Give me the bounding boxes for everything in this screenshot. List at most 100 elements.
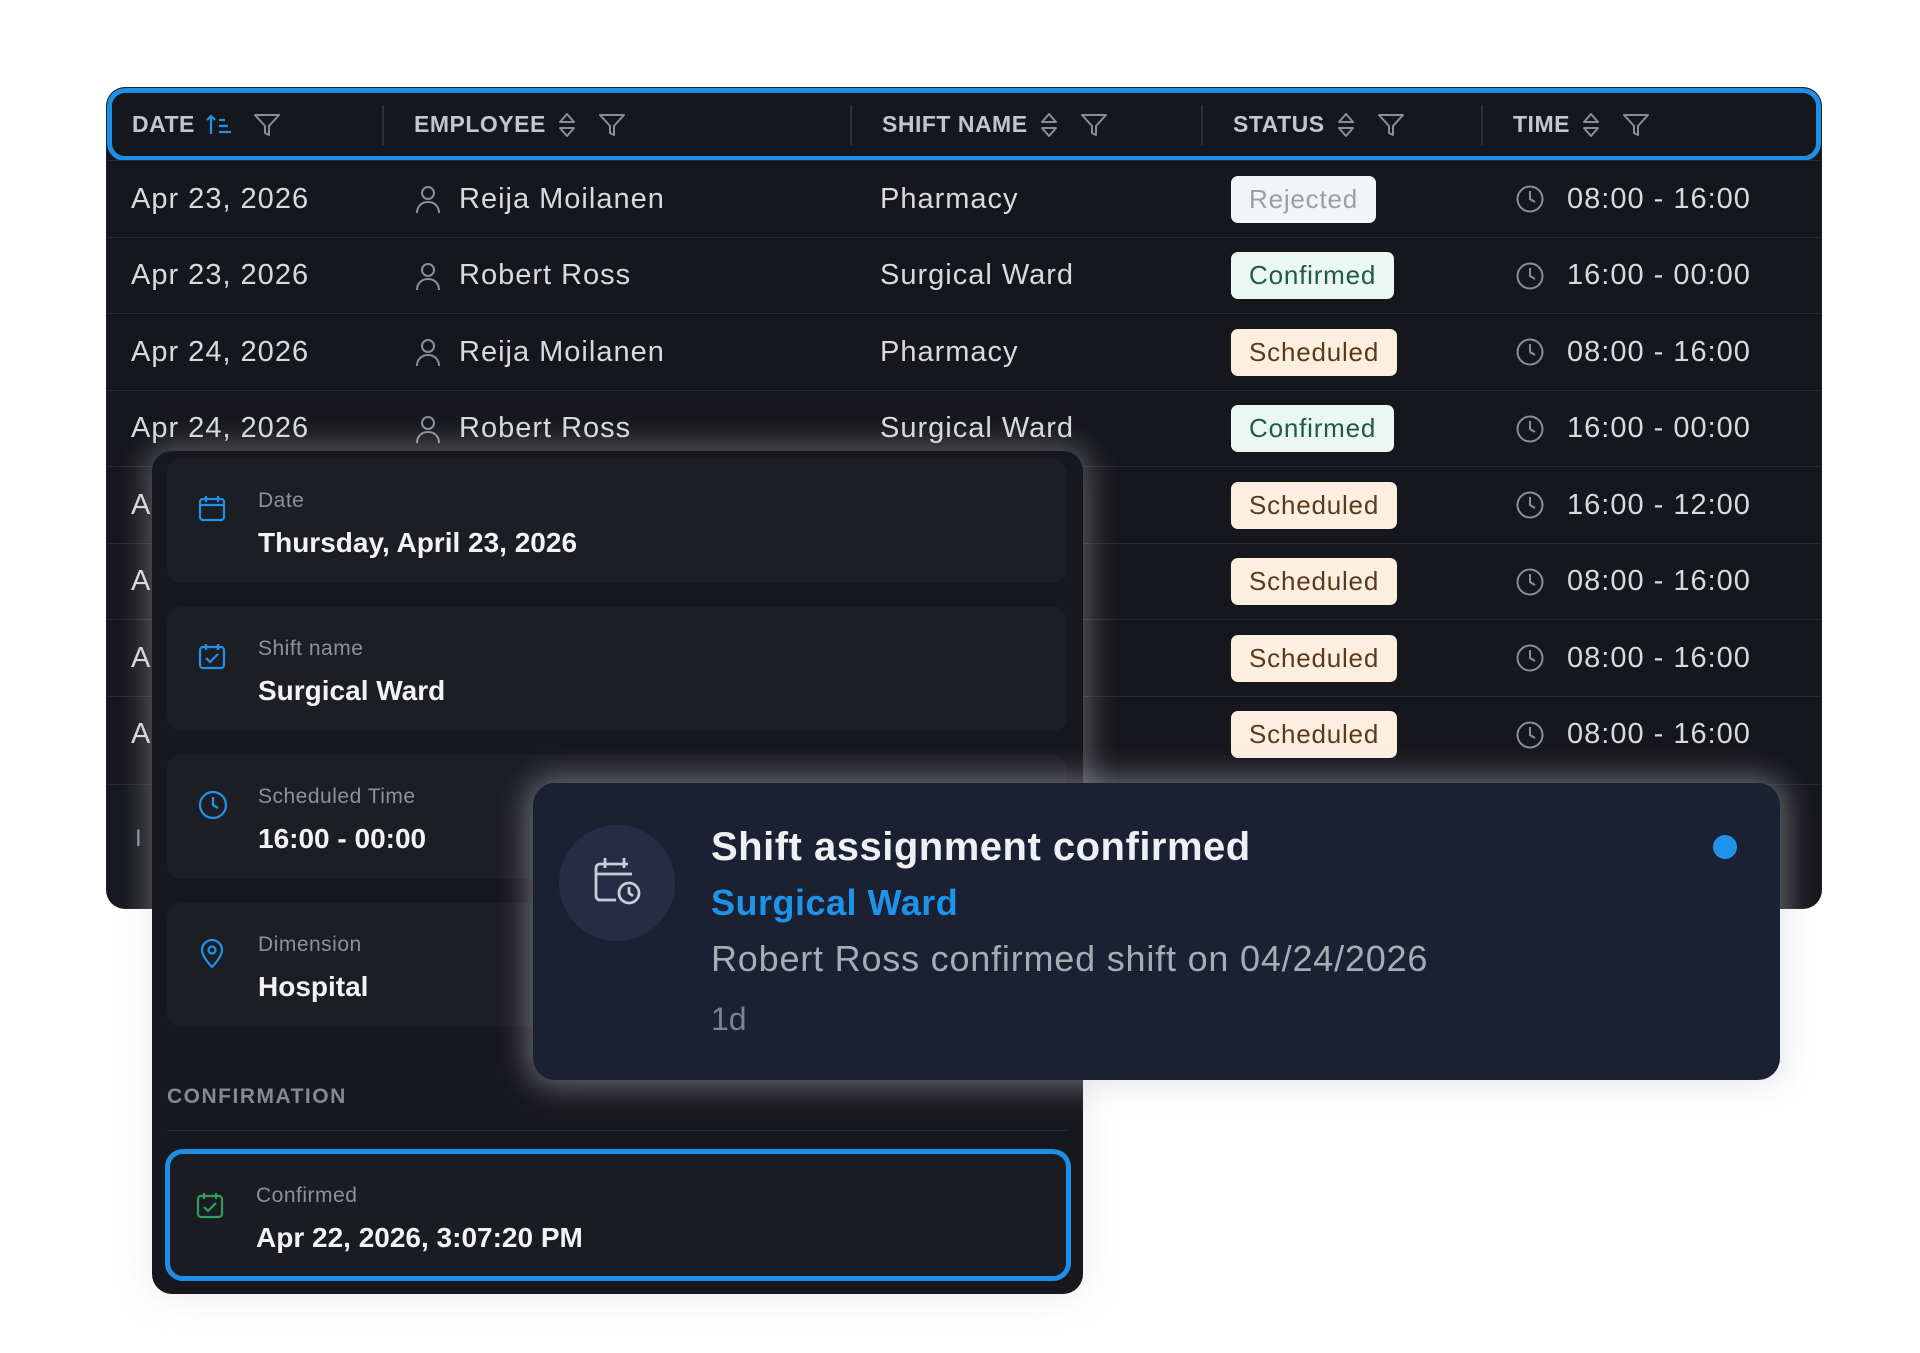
time-range: 08:00 - 16:00	[1567, 718, 1751, 750]
table-row[interactable]: Apr 23, 2026 Robert Ross Surgical Ward Conf…	[107, 236, 1821, 314]
header-date[interactable]: DATE	[132, 93, 281, 156]
notification-title: Shift assignment confirmed	[711, 825, 1251, 869]
confirmation-section-title: CONFIRMATION	[167, 1085, 347, 1108]
time-range: 08:00 - 16:00	[1567, 182, 1751, 215]
cell-status: Scheduled	[1231, 620, 1398, 696]
detail-time-value: 16:00 - 00:00	[258, 823, 427, 854]
clock-icon	[1515, 490, 1545, 520]
clock-icon	[197, 789, 229, 826]
table-row[interactable]: Apr 24, 2026 Reija Moilanen Pharmacy Schedu…	[107, 313, 1821, 390]
sort-ascending-icon[interactable]	[205, 112, 233, 138]
detail-time-label: Scheduled Time	[258, 785, 416, 808]
notification-toast[interactable]: Shift assignment confirmed Surgical Ward…	[533, 783, 1780, 1080]
sort-updown-icon[interactable]	[1580, 111, 1602, 139]
cell-time: 16:00 - 00:00	[1515, 238, 1751, 314]
filter-icon[interactable]	[598, 112, 626, 138]
time-range: 16:00 - 00:00	[1567, 259, 1751, 291]
person-icon	[415, 261, 441, 291]
sort-updown-icon[interactable]	[1038, 111, 1060, 139]
detail-shift-label: Shift name	[258, 637, 364, 660]
detail-date-value: Thursday, April 23, 2026	[258, 527, 578, 558]
time-range: 08:00 - 16:00	[1567, 641, 1751, 674]
time-range: 16:00 - 00:00	[1567, 412, 1751, 444]
calendar-check-icon	[195, 1190, 225, 1225]
cell-date: A	[131, 641, 152, 674]
cell-time: 08:00 - 16:00	[1515, 620, 1751, 696]
sort-updown-icon[interactable]	[1335, 111, 1357, 139]
header-divider	[382, 105, 384, 145]
status-badge: Scheduled	[1231, 328, 1398, 376]
header-shift-name-label: SHIFT NAME	[882, 111, 1028, 137]
clock-icon	[1515, 720, 1545, 750]
status-badge: Confirmed	[1231, 405, 1395, 452]
header-divider	[1481, 105, 1483, 145]
filter-icon[interactable]	[253, 112, 281, 138]
notification-subtitle[interactable]: Surgical Ward	[711, 882, 958, 924]
header-employee-label: EMPLOYEE	[414, 111, 546, 137]
cell-date: Apr 23, 2026	[131, 259, 310, 291]
cell-status: Confirmed	[1231, 238, 1395, 314]
detail-dimension-label: Dimension	[258, 933, 362, 956]
status-badge: Scheduled	[1231, 634, 1398, 682]
calendar-clock-icon	[588, 852, 646, 915]
filter-icon[interactable]	[1377, 112, 1405, 138]
location-pin-icon	[197, 937, 227, 974]
clock-icon	[1515, 643, 1545, 673]
header-shift-name[interactable]: SHIFT NAME	[882, 93, 1108, 156]
clock-icon	[1515, 261, 1545, 291]
cell-time: 08:00 - 16:00	[1515, 697, 1751, 773]
employee-name: Robert Ross	[459, 412, 632, 444]
confirmation-card[interactable]: Confirmed Apr 22, 2026, 3:07:20 PM	[165, 1149, 1071, 1281]
cell-date: A	[131, 718, 152, 750]
cell-time: 08:00 - 16:00	[1515, 314, 1751, 390]
sort-updown-icon[interactable]	[556, 111, 578, 139]
person-icon	[415, 337, 441, 367]
detail-dimension-value: Hospital	[258, 971, 369, 1002]
detail-shift-value: Surgical Ward	[258, 675, 446, 706]
cell-employee: Reija Moilanen	[415, 161, 665, 237]
notification-avatar	[559, 825, 675, 941]
cell-employee: Reija Moilanen	[415, 314, 665, 390]
notification-body: Robert Ross confirmed shift on 04/24/202…	[711, 938, 1429, 979]
header-time-label: TIME	[1513, 111, 1570, 137]
person-icon	[415, 184, 441, 214]
confirmed-value: Apr 22, 2026, 3:07:20 PM	[256, 1222, 583, 1253]
cell-date: A	[131, 565, 152, 597]
confirmed-label: Confirmed	[256, 1184, 358, 1207]
filter-icon[interactable]	[1622, 112, 1650, 138]
table-row[interactable]: Apr 23, 2026 Reija Moilanen Pharmacy Reject…	[107, 160, 1821, 237]
status-badge: Scheduled	[1231, 711, 1398, 758]
header-employee[interactable]: EMPLOYEE	[414, 93, 626, 156]
cell-status: Scheduled	[1231, 314, 1398, 390]
header-divider	[1201, 105, 1203, 145]
time-range: 16:00 - 12:00	[1567, 488, 1751, 521]
clock-icon	[1515, 567, 1545, 597]
detail-date-card: Date Thursday, April 23, 2026	[167, 459, 1067, 583]
status-badge: Scheduled	[1231, 558, 1398, 605]
calendar-check-icon	[197, 641, 227, 676]
cell-status: Scheduled	[1231, 467, 1398, 543]
header-time[interactable]: TIME	[1513, 93, 1650, 156]
status-badge: Rejected	[1231, 175, 1377, 223]
footer-text: I	[135, 825, 142, 852]
cell-shift-name: Pharmacy	[880, 182, 1019, 215]
detail-date-label: Date	[258, 489, 305, 512]
filter-icon[interactable]	[1080, 112, 1108, 138]
cell-time: 16:00 - 12:00	[1515, 467, 1751, 543]
unread-dot	[1713, 835, 1737, 859]
detail-shift-card: Shift name Surgical Ward	[167, 607, 1067, 731]
cell-employee: Robert Ross	[415, 238, 631, 314]
employee-name: Reija Moilanen	[459, 182, 665, 215]
cell-shift-name: Surgical Ward	[880, 259, 1075, 291]
header-status[interactable]: STATUS	[1233, 93, 1405, 156]
person-icon	[415, 414, 441, 444]
cell-status: Rejected	[1231, 161, 1377, 237]
cell-status: Scheduled	[1231, 544, 1398, 620]
clock-icon	[1515, 184, 1545, 214]
employee-name: Robert Ross	[459, 259, 632, 291]
cell-time: 16:00 - 00:00	[1515, 391, 1751, 467]
cell-time: 08:00 - 16:00	[1515, 161, 1751, 237]
cell-status: Confirmed	[1231, 391, 1395, 467]
cell-status: Scheduled	[1231, 697, 1398, 773]
time-range: 08:00 - 16:00	[1567, 335, 1751, 368]
